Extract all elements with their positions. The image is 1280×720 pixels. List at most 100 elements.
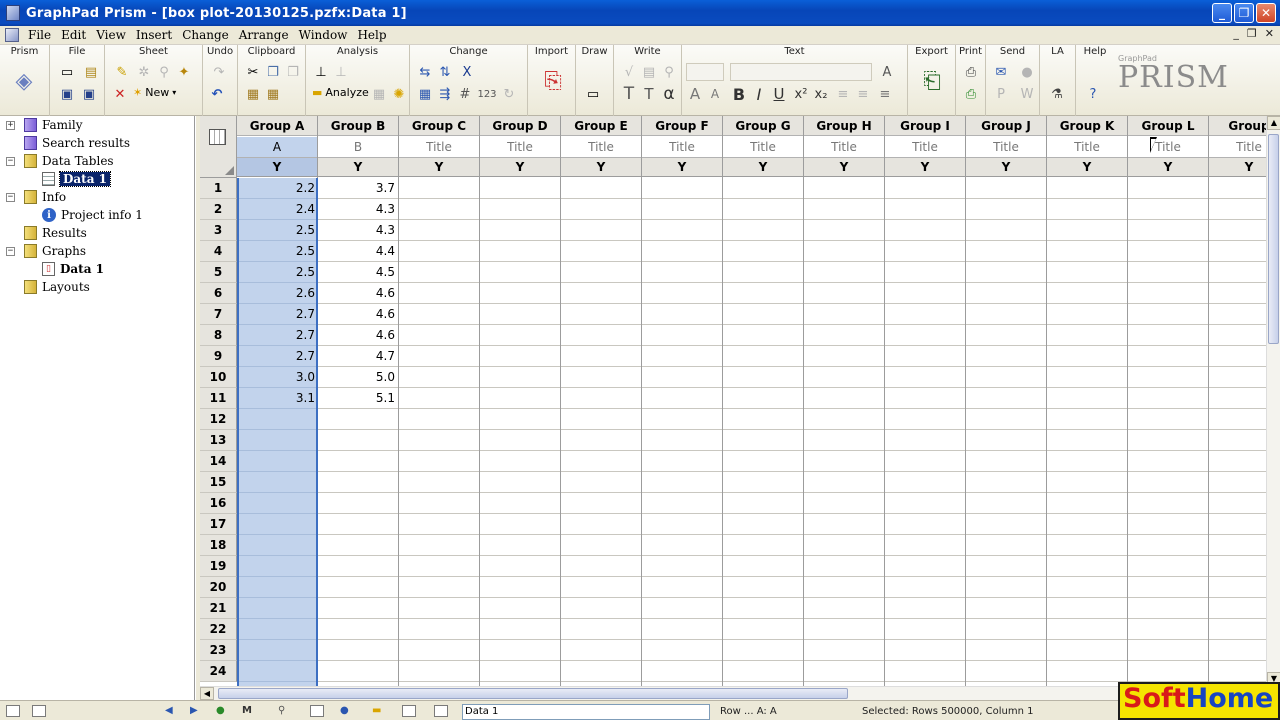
nav-item-graphs[interactable]: Graphs: [24, 242, 86, 260]
column-group-name[interactable]: Group G: [723, 116, 803, 136]
import-file-icon[interactable]: ⎘: [538, 65, 568, 97]
column-subheader[interactable]: Y: [966, 158, 1046, 177]
table-cell[interactable]: 5.1: [318, 388, 397, 409]
column-group-name[interactable]: Group C: [399, 116, 479, 136]
column-subheader[interactable]: Y: [1209, 158, 1266, 177]
prev-sheet-icon[interactable]: ◀: [165, 705, 179, 717]
minimize-button[interactable]: _: [1212, 3, 1232, 23]
column-title[interactable]: B: [318, 137, 398, 158]
italic-icon[interactable]: I: [750, 85, 768, 104]
table-cell[interactable]: 2.7: [238, 325, 317, 346]
column-body[interactable]: [1047, 178, 1128, 686]
table-analysis-icon[interactable]: ▦: [370, 85, 388, 103]
row-number[interactable]: 24: [200, 661, 237, 682]
row-number[interactable]: 12: [200, 409, 237, 430]
table-cell[interactable]: 2.2: [238, 178, 317, 199]
table-cell[interactable]: 4.4: [318, 241, 397, 262]
column-header[interactable]: Group Title Y: [1209, 116, 1266, 178]
nav-item-graph-data-1[interactable]: ▯ Data 1: [42, 260, 104, 278]
column-group-name[interactable]: Group E: [561, 116, 641, 136]
column-subheader[interactable]: Y: [480, 158, 560, 177]
column-title[interactable]: Title: [1047, 137, 1127, 158]
magic-analysis-icon[interactable]: ✺: [390, 85, 408, 103]
column-header[interactable]: Group K Title Y: [1047, 116, 1128, 178]
collapse-graphs-icon[interactable]: −: [6, 247, 15, 256]
column-header[interactable]: Group I Title Y: [885, 116, 966, 178]
menu-change[interactable]: Change: [177, 28, 234, 42]
column-title[interactable]: Title: [885, 137, 965, 158]
column-header[interactable]: Group L Title Y: [1128, 116, 1209, 178]
increase-font-icon[interactable]: A: [686, 85, 704, 103]
bold-icon[interactable]: B: [730, 85, 748, 104]
column-header[interactable]: Group D Title Y: [480, 116, 561, 178]
table-cell[interactable]: 3.0: [238, 367, 317, 388]
column-body[interactable]: [804, 178, 885, 686]
paste-options-icon[interactable]: ▦: [264, 85, 282, 103]
row-number[interactable]: 13: [200, 430, 237, 451]
row-number[interactable]: 14: [200, 451, 237, 472]
cut-icon[interactable]: ✂: [244, 63, 262, 81]
column-group-name[interactable]: Group H: [804, 116, 884, 136]
column-header[interactable]: Group H Title Y: [804, 116, 885, 178]
column-header[interactable]: Group AAY: [237, 116, 318, 178]
new-file-icon[interactable]: ▭: [58, 63, 76, 81]
vertical-scrollbar[interactable]: ▲ ▼: [1266, 116, 1280, 686]
analyze-button[interactable]: ▬ Analyze: [312, 86, 369, 99]
scatter-analysis-icon[interactable]: ⊥: [312, 63, 330, 81]
nav-item-family[interactable]: Family: [24, 116, 83, 134]
send-word-icon[interactable]: W: [1018, 85, 1036, 103]
sheet-select[interactable]: Data 1: [462, 704, 710, 720]
row-number[interactable]: 17: [200, 514, 237, 535]
column-subheader[interactable]: Y: [561, 158, 641, 177]
font-size-select[interactable]: [686, 63, 724, 81]
nav-item-data-tables[interactable]: Data Tables: [24, 152, 114, 170]
change-x-icon[interactable]: X: [458, 63, 476, 81]
text-box-icon[interactable]: T: [640, 85, 658, 103]
notes-icon[interactable]: ▤: [640, 63, 658, 81]
nav-item-info[interactable]: Info: [24, 188, 66, 206]
column-subheader[interactable]: Y: [642, 158, 722, 177]
table-cell[interactable]: 2.5: [238, 262, 317, 283]
scroll-up-icon[interactable]: ▲: [1267, 116, 1280, 130]
mdi-minimize-button[interactable]: _: [1233, 27, 1239, 40]
menu-arrange[interactable]: Arrange: [234, 28, 294, 42]
table-status-icon[interactable]: [310, 705, 324, 717]
table-cell[interactable]: 5.0: [318, 367, 397, 388]
column-title[interactable]: Title: [399, 137, 479, 158]
nav-item-layouts[interactable]: Layouts: [24, 278, 90, 296]
save-as-icon[interactable]: ▣: [80, 85, 98, 103]
row-number[interactable]: 19: [200, 556, 237, 577]
view-icon[interactable]: [6, 705, 20, 717]
column-body[interactable]: [399, 178, 480, 686]
send-powerpoint-icon[interactable]: P: [992, 85, 1010, 103]
table-corner[interactable]: [200, 116, 237, 178]
link-status-icon[interactable]: ⚲: [278, 705, 292, 717]
la-flask-icon[interactable]: ⚗: [1048, 85, 1066, 103]
view-alt-icon[interactable]: [32, 705, 46, 717]
font-color-icon[interactable]: A: [878, 63, 896, 81]
row-number[interactable]: 11: [200, 388, 237, 409]
table-cell[interactable]: 4.6: [318, 304, 397, 325]
column-header[interactable]: Group J Title Y: [966, 116, 1047, 178]
send-email-icon[interactable]: ✉: [992, 63, 1010, 81]
column-header[interactable]: Group E Title Y: [561, 116, 642, 178]
pencil-icon[interactable]: ✎: [113, 63, 131, 81]
row-number[interactable]: 22: [200, 619, 237, 640]
column-group-name[interactable]: Group K: [1047, 116, 1127, 136]
row-number[interactable]: 5: [200, 262, 237, 283]
row-number[interactable]: 9: [200, 346, 237, 367]
next-sheet-icon[interactable]: ▶: [190, 705, 204, 717]
greek-alpha-icon[interactable]: α: [660, 84, 678, 104]
superscript-icon[interactable]: x²: [792, 85, 810, 103]
column-body[interactable]: [885, 178, 966, 686]
column-subheader[interactable]: Y: [399, 158, 479, 177]
column-subheader[interactable]: Y: [1128, 158, 1208, 177]
change-table-icon[interactable]: ▦: [416, 85, 434, 103]
subscript-icon[interactable]: x₂: [812, 85, 830, 103]
row-number[interactable]: 20: [200, 577, 237, 598]
search-text-icon[interactable]: ⚲: [660, 63, 678, 81]
mdi-restore-button[interactable]: ❐: [1247, 27, 1257, 40]
print-icon[interactable]: ⎙: [962, 63, 980, 81]
column-group-name[interactable]: Group D: [480, 116, 560, 136]
column-body[interactable]: [642, 178, 723, 686]
